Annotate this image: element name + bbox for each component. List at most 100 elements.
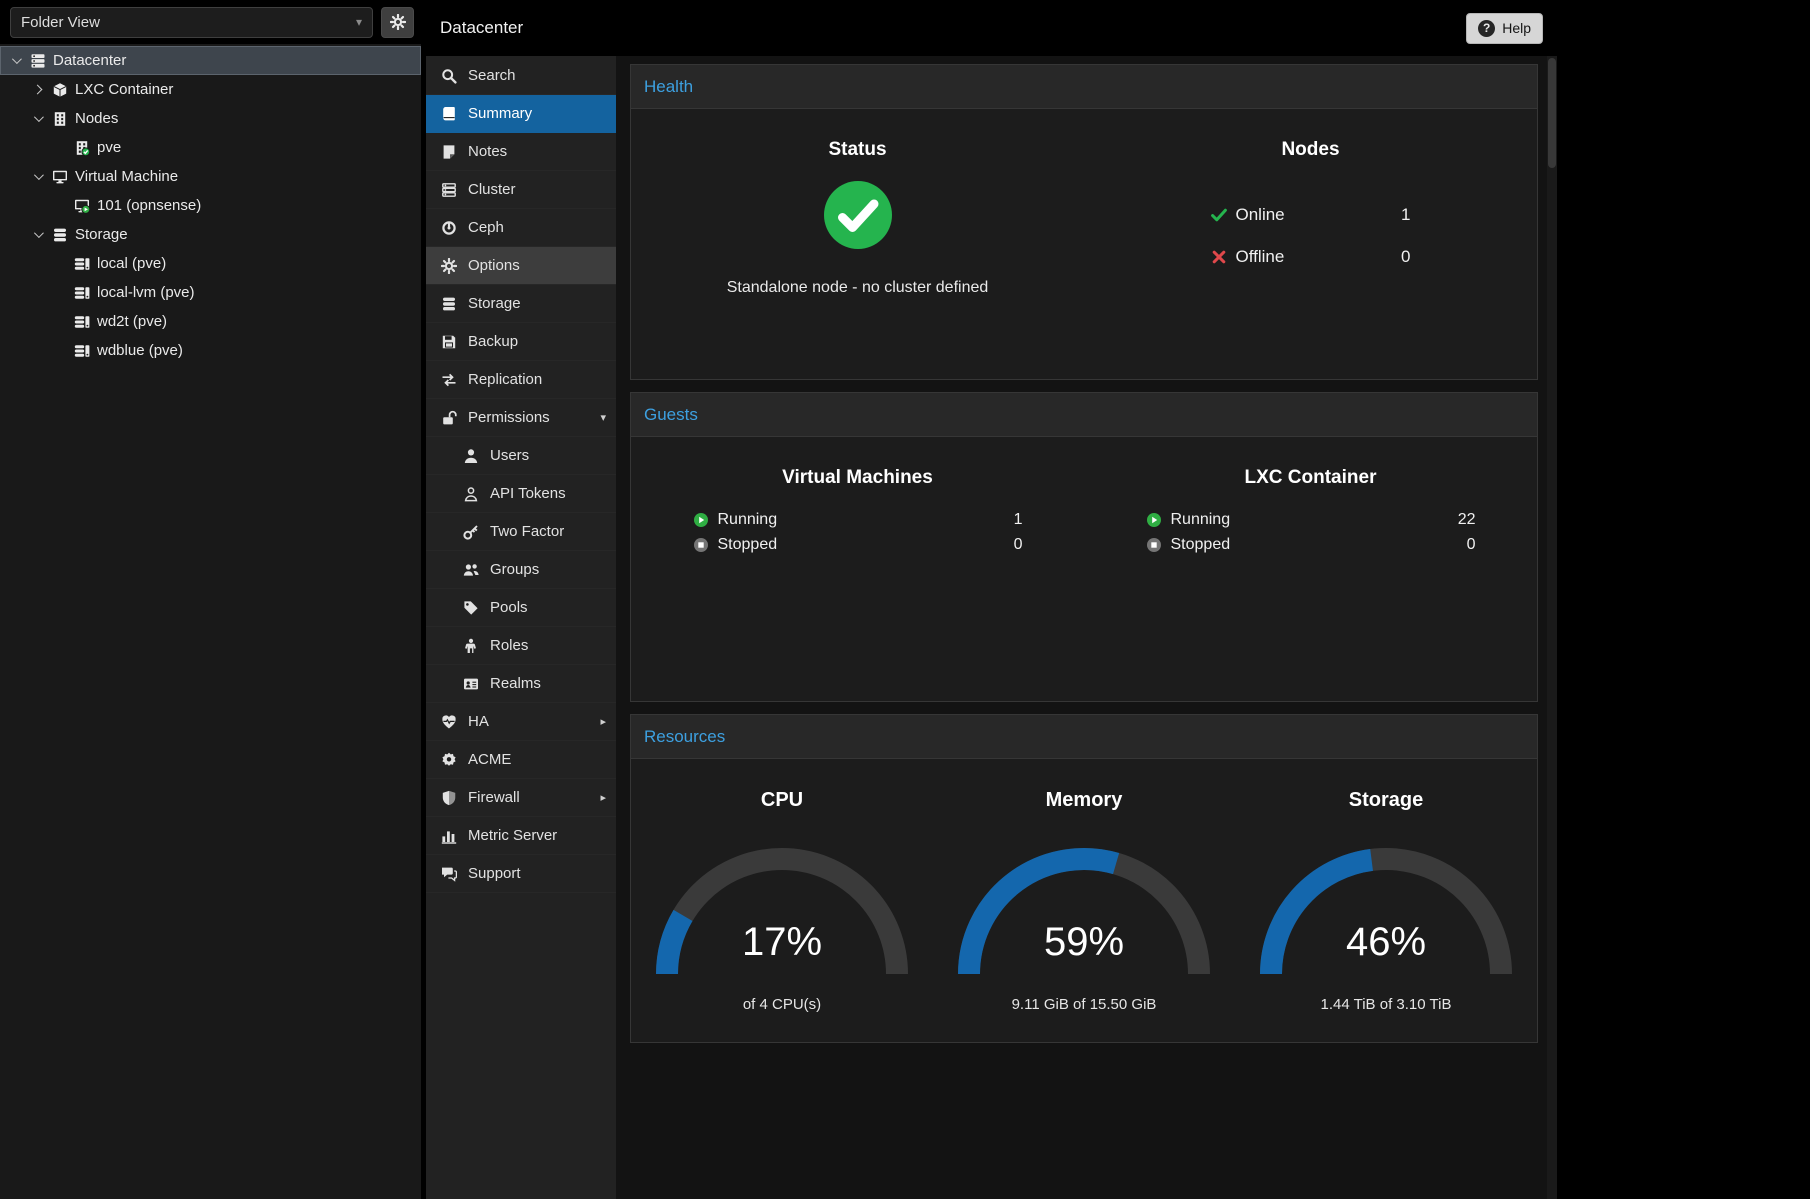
menu-item-firewall[interactable]: Firewall ▸ bbox=[426, 779, 616, 817]
health-panel-header: Health bbox=[631, 65, 1537, 109]
scrollbar-thumb[interactable] bbox=[1548, 58, 1556, 168]
id-card-icon bbox=[463, 676, 479, 692]
guests-column-virtual-machines: Virtual MachinesRunning1Stopped0 bbox=[631, 437, 1084, 701]
menu-item-label: Two Factor bbox=[490, 523, 564, 540]
resources-panel-title: Resources bbox=[644, 727, 725, 747]
menu-item-label: Backup bbox=[468, 333, 518, 350]
menu-item-label: ACME bbox=[468, 751, 511, 768]
note-icon bbox=[441, 144, 457, 160]
menu-item-support[interactable]: Support bbox=[426, 855, 616, 893]
view-mode-select[interactable]: Folder View ▾ bbox=[10, 7, 373, 38]
tree-item-label: local-lvm (pve) bbox=[97, 284, 195, 301]
chevron-right-icon: ▸ bbox=[600, 791, 606, 804]
menu-item-label: Roles bbox=[490, 637, 528, 654]
tree-expander-icon[interactable] bbox=[30, 231, 45, 238]
stopped-icon bbox=[1146, 537, 1162, 553]
menu-item-cluster[interactable]: Cluster bbox=[426, 171, 616, 209]
menu-item-summary[interactable]: Summary bbox=[426, 95, 616, 133]
menu-item-realms[interactable]: Realms bbox=[426, 665, 616, 703]
storage-drive-icon bbox=[74, 343, 90, 359]
menu-item-label: API Tokens bbox=[490, 485, 566, 502]
node-status-row-online: Online1 bbox=[1211, 205, 1411, 225]
menu-item-permissions[interactable]: Permissions▾ bbox=[426, 399, 616, 437]
menu-item-groups[interactable]: Groups bbox=[426, 551, 616, 589]
menu-item-two-factor[interactable]: Two Factor bbox=[426, 513, 616, 551]
menu-item-replication[interactable]: Replication bbox=[426, 361, 616, 399]
vertical-scrollbar[interactable] bbox=[1547, 56, 1557, 1199]
datacenter-icon bbox=[30, 53, 46, 69]
menu-item-pools[interactable]: Pools bbox=[426, 589, 616, 627]
tree-item-storage[interactable]: Storage bbox=[0, 220, 421, 249]
tree-settings-button[interactable] bbox=[381, 7, 414, 38]
content-area: Health Status Standalone node - no clust… bbox=[616, 56, 1557, 1199]
tree-item-label: Storage bbox=[75, 226, 128, 243]
stopped-icon bbox=[693, 537, 709, 553]
gear-icon bbox=[390, 14, 406, 30]
user-outline-icon bbox=[463, 486, 479, 502]
section-menu: Search Summary NotesClusterCephOptions Stor… bbox=[426, 56, 616, 1199]
tree-item-nodes[interactable]: Nodes bbox=[0, 104, 421, 133]
menu-item-api-tokens[interactable]: API Tokens bbox=[426, 475, 616, 513]
menu-item-users[interactable]: Users bbox=[426, 437, 616, 475]
tree-expander-icon[interactable] bbox=[8, 57, 23, 64]
workspace: Datacenter ? Help Search Summary NotesClus… bbox=[426, 0, 1557, 1199]
cube-icon bbox=[52, 82, 68, 98]
tree-item-label: pve bbox=[97, 139, 121, 156]
guests-column-lxc-container: LXC ContainerRunning22Stopped0 bbox=[1084, 437, 1537, 701]
guests-body: Virtual MachinesRunning1Stopped0LXC Cont… bbox=[631, 437, 1537, 701]
menu-item-options[interactable]: Options bbox=[426, 247, 616, 285]
guest-status-label: Running bbox=[718, 511, 778, 529]
node-status-value: 1 bbox=[1401, 205, 1410, 225]
menu-item-ha[interactable]: HA▸ bbox=[426, 703, 616, 741]
menu-item-roles[interactable]: Roles bbox=[426, 627, 616, 665]
status-heading: Status bbox=[631, 139, 1084, 161]
menu-item-label: Groups bbox=[490, 561, 539, 578]
nodes-status-column: Nodes Online1Offline0 bbox=[1084, 109, 1537, 379]
help-button[interactable]: ? Help bbox=[1466, 13, 1543, 44]
tree-item-datacenter[interactable]: Datacenter bbox=[0, 46, 421, 75]
tree-expander-icon[interactable] bbox=[30, 86, 45, 93]
tree-item-lxc-container[interactable]: LXC Container bbox=[0, 75, 421, 104]
tree-expander-icon[interactable] bbox=[30, 173, 45, 180]
gauge-value: 46% bbox=[1246, 920, 1526, 965]
menu-item-label: Storage bbox=[468, 295, 521, 312]
help-icon: ? bbox=[1478, 20, 1495, 37]
menu-item-label: HA bbox=[468, 713, 489, 730]
menu-item-storage[interactable]: Storage bbox=[426, 285, 616, 323]
gear-icon bbox=[441, 258, 457, 274]
cluster-status-column: Status Standalone node - no cluster defi… bbox=[631, 109, 1084, 379]
menu-item-label: Summary bbox=[468, 105, 532, 122]
tree-item-label: LXC Container bbox=[75, 81, 173, 98]
tree-item-101-opnsense[interactable]: 101 (opnsense) bbox=[0, 191, 421, 220]
tree-item-local-pve[interactable]: local (pve) bbox=[0, 249, 421, 278]
gauge-heading: CPU bbox=[631, 789, 933, 812]
menu-item-notes[interactable]: Notes bbox=[426, 133, 616, 171]
ceph-icon bbox=[441, 220, 457, 236]
menu-item-metric-server[interactable]: Metric Server bbox=[426, 817, 616, 855]
tags-icon bbox=[463, 600, 479, 616]
app-root: Folder View ▾ Datacenter LXC Container Nod… bbox=[0, 0, 1810, 1199]
tree-item-pve[interactable]: pve bbox=[0, 133, 421, 162]
menu-item-label: Firewall bbox=[468, 789, 520, 806]
menu-item-search[interactable]: Search bbox=[426, 57, 616, 95]
tree-toolbar: Folder View ▾ bbox=[0, 0, 421, 44]
tree-item-wd2t-pve[interactable]: wd2t (pve) bbox=[0, 307, 421, 336]
gauge-meter: 17% bbox=[642, 834, 922, 990]
guest-status-label: Stopped bbox=[1171, 536, 1231, 554]
search-icon bbox=[441, 68, 457, 84]
tree-item-label: 101 (opnsense) bbox=[97, 197, 201, 214]
gauge-value: 17% bbox=[642, 920, 922, 965]
resource-tree-panel: Folder View ▾ Datacenter LXC Container Nod… bbox=[0, 0, 421, 1199]
tree-item-local-lvm-pve[interactable]: local-lvm (pve) bbox=[0, 278, 421, 307]
tree-item-virtual-machine[interactable]: Virtual Machine bbox=[0, 162, 421, 191]
tree-item-wdblue-pve[interactable]: wdblue (pve) bbox=[0, 336, 421, 365]
menu-item-ceph[interactable]: Ceph bbox=[426, 209, 616, 247]
page-title: Datacenter bbox=[440, 18, 523, 38]
menu-item-backup[interactable]: Backup bbox=[426, 323, 616, 361]
tree-expander-icon[interactable] bbox=[30, 115, 45, 122]
cross-icon bbox=[1211, 249, 1227, 265]
resources-panel: Resources CPU17%of 4 CPU(s)Memory59%9.11… bbox=[630, 714, 1538, 1043]
building-icon bbox=[52, 111, 68, 127]
running-icon bbox=[693, 512, 709, 528]
menu-item-acme[interactable]: ACME bbox=[426, 741, 616, 779]
